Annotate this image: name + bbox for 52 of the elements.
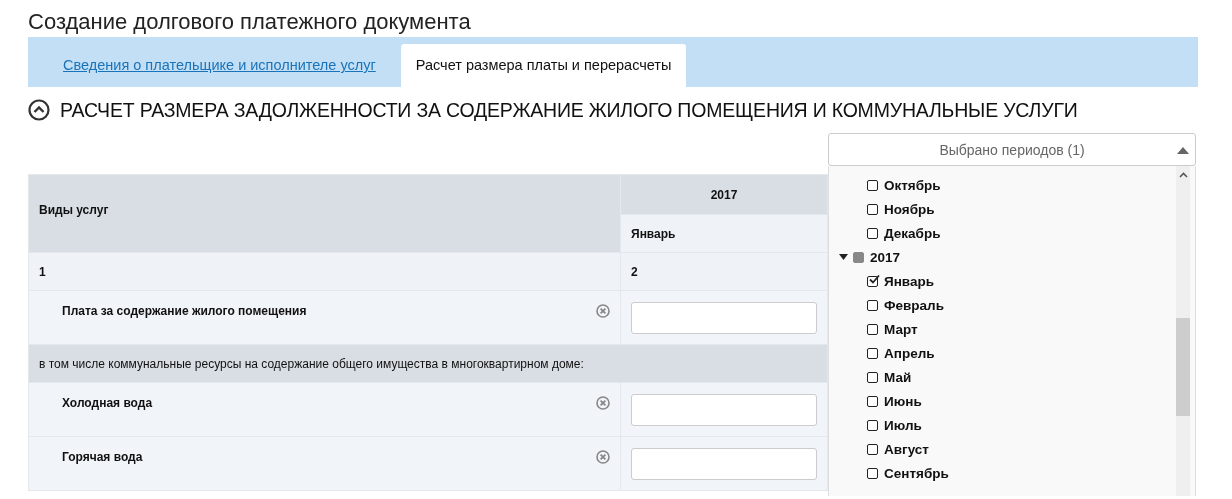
- clear-icon[interactable]: [596, 396, 610, 410]
- amount-field[interactable]: [631, 393, 817, 426]
- checkbox[interactable]: [853, 251, 864, 263]
- collapse-icon[interactable]: [28, 99, 50, 121]
- checkbox[interactable]: [867, 371, 878, 383]
- period-label[interactable]: Март: [884, 321, 918, 337]
- checkbox[interactable]: [867, 467, 878, 479]
- table-header: Январь: [620, 214, 828, 253]
- period-label[interactable]: Май: [884, 369, 912, 385]
- period-label[interactable]: Июнь: [884, 393, 922, 409]
- period-label[interactable]: Июль: [884, 417, 922, 433]
- tab[interactable]: Расчет размера платы и перерасчеты: [400, 44, 687, 87]
- scroll-up-icon: [1178, 172, 1188, 178]
- period-label[interactable]: Октябрь: [884, 177, 941, 193]
- service-name: Плата за содержание жилого помещения: [62, 304, 307, 318]
- service-name: Холодная вода: [62, 396, 153, 410]
- section-title: РАСЧЕТ РАЗМЕРА ЗАДОЛЖЕННОСТИ ЗА СОДЕРЖАНИЕ ЖИЛОГО ПОМЕЩЕНИЯ И КОММУНАЛЬНЫЕ УСЛУГИ: [60, 98, 1078, 122]
- checkbox[interactable]: [867, 395, 878, 407]
- checkbox[interactable]: [867, 275, 878, 287]
- column-number: 2: [620, 252, 828, 291]
- table-header: Виды услуг: [28, 174, 621, 253]
- caret-icon[interactable]: [839, 254, 848, 260]
- period-label[interactable]: Февраль: [884, 297, 944, 313]
- scroll-thumb[interactable]: [1176, 318, 1190, 416]
- page-title: Создание долгового платежного документа: [28, 8, 472, 36]
- period-label[interactable]: Декабрь: [884, 225, 941, 241]
- checkbox[interactable]: [867, 323, 878, 335]
- period-label[interactable]: Апрель: [884, 345, 935, 361]
- period-label[interactable]: Январь: [884, 273, 935, 289]
- check-icon: [868, 273, 880, 285]
- tab[interactable]: Сведения о плательщике и исполнителе услуг: [48, 44, 391, 87]
- table-header: 2017: [620, 174, 828, 215]
- checkbox[interactable]: [867, 419, 878, 431]
- column-number: 1: [28, 252, 621, 291]
- checkbox[interactable]: [867, 203, 878, 215]
- period-label[interactable]: Ноябрь: [884, 201, 935, 217]
- period-label[interactable]: Сентябрь: [884, 465, 949, 481]
- period-label[interactable]: Август: [884, 441, 929, 457]
- service-name: Горячая вода: [62, 450, 143, 464]
- amount-field[interactable]: [631, 447, 817, 480]
- scrollbar[interactable]: [1176, 166, 1190, 496]
- checkbox[interactable]: [867, 179, 878, 191]
- amount-field[interactable]: [631, 301, 817, 334]
- checkbox[interactable]: [867, 299, 878, 311]
- clear-icon[interactable]: [596, 304, 610, 318]
- period-label[interactable]: 2017: [870, 249, 901, 265]
- checkbox[interactable]: [867, 443, 878, 455]
- checkbox[interactable]: [867, 347, 878, 359]
- period-select[interactable]: Выбрано периодов (1): [828, 133, 1196, 166]
- group-row: в том числе коммунальные ресурсы на содержание общего имущества в многоквартирном доме:: [28, 344, 828, 383]
- checkbox[interactable]: [867, 227, 878, 239]
- clear-icon[interactable]: [596, 450, 610, 464]
